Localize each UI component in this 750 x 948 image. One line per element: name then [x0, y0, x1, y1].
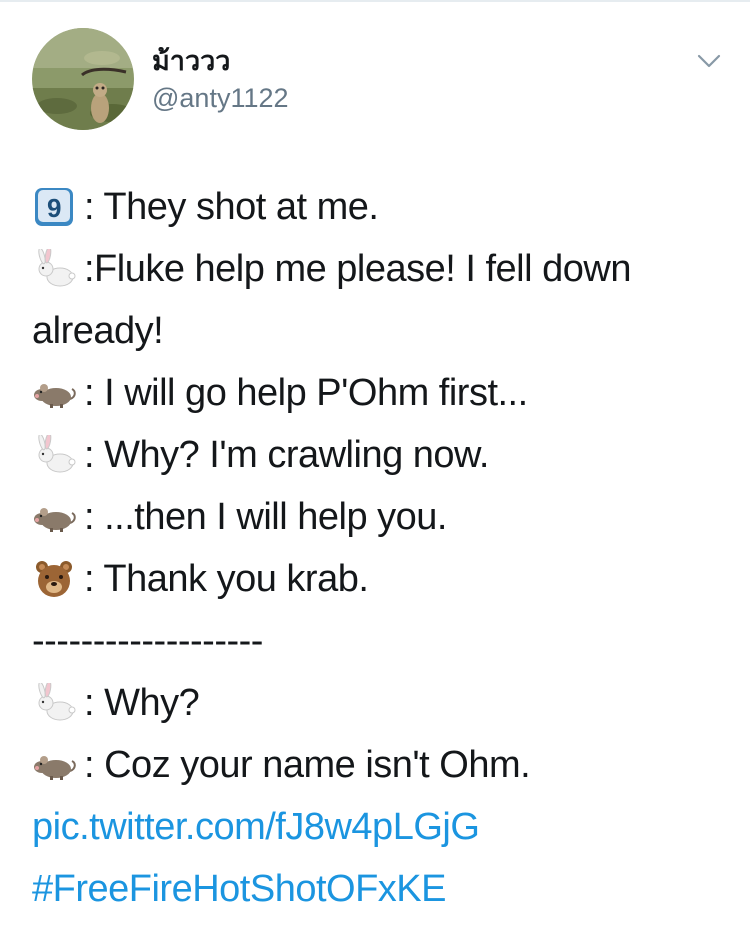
tweet-line-text: : ...then I will help you.: [84, 496, 447, 538]
tweet-line-text: -------------------: [32, 620, 263, 662]
tweet-line: 9 : They shot at me.: [32, 176, 722, 238]
display-name[interactable]: ม้าววว: [152, 46, 230, 78]
tweet-line: :Fluke help me please! I fell down alrea…: [32, 238, 722, 362]
tweet-line: #FreeFireHotShotOFxKE: [32, 858, 722, 920]
rabbit-icon: [32, 435, 78, 475]
rat-icon: [32, 373, 78, 413]
rabbit-icon: [32, 249, 78, 289]
tweet-line: : Coz your name isn't Ohm.: [32, 734, 722, 796]
hashtag-link[interactable]: #FreeFireHotShotOFxKE: [32, 858, 446, 920]
tweet-line-text: : I will go help P'Ohm first...: [84, 372, 528, 414]
tweet-line: : I will go help P'Ohm first...: [32, 362, 722, 424]
tweet-line-text: : Why?: [84, 682, 200, 724]
avatar[interactable]: [32, 28, 134, 130]
tweet-header: ม้าววว @anty1122: [32, 28, 722, 132]
tweet-divider-text: -------------------: [32, 610, 722, 672]
tweet-line-text: : Coz your name isn't Ohm.: [84, 744, 531, 786]
keycap-nine-icon: 9: [32, 187, 78, 227]
user-handle[interactable]: @anty1122: [152, 82, 289, 114]
tweet-line: : Thank you krab.: [32, 548, 722, 610]
tweet-text: 9 : They shot at me. :Fluke help me plea…: [32, 176, 722, 920]
tweet-line: : Why?: [32, 672, 722, 734]
tweet-line: : Why? I'm crawling now.: [32, 424, 722, 486]
tweet-line: : ...then I will help you.: [32, 486, 722, 548]
chevron-down-icon[interactable]: [696, 48, 722, 74]
rat-icon: [32, 497, 78, 537]
tweet-line-text: :Fluke help me please! I fell down alrea…: [32, 248, 631, 352]
svg-text:9: 9: [47, 193, 61, 223]
tweet-line: pic.twitter.com/fJ8w4pLGjG: [32, 796, 722, 858]
rabbit-icon: [32, 683, 78, 723]
tweet-line-text: : Thank you krab.: [84, 558, 369, 600]
rat-icon: [32, 745, 78, 785]
media-link[interactable]: pic.twitter.com/fJ8w4pLGjG: [32, 796, 480, 858]
tweet-line-text: : Why? I'm crawling now.: [84, 434, 489, 476]
tweet-line-text: : They shot at me.: [84, 186, 379, 228]
bear-face-icon: [32, 559, 78, 599]
top-divider: [0, 0, 750, 2]
